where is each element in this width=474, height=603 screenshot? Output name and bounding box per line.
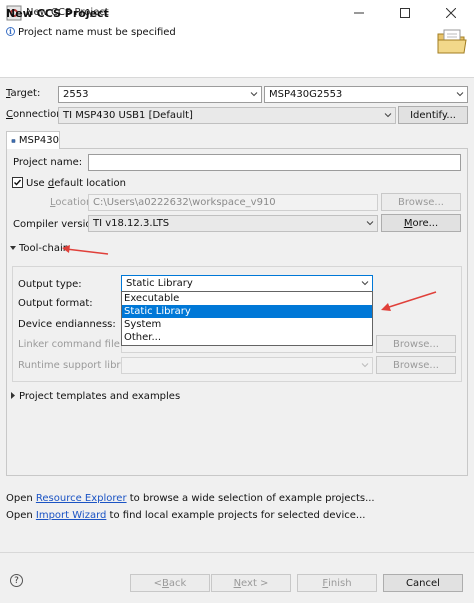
chevron-down-icon [366,221,374,226]
folder-icon [437,29,467,54]
chevron-down-icon [456,92,464,97]
device-combo[interactable]: MSP430G2553 [264,86,468,103]
footer-separator [0,552,474,553]
default-location-checkbox[interactable] [12,177,23,188]
chevron-down-icon [384,113,392,118]
output-format-label: Output format: [18,298,93,309]
target-label: Target: [6,88,41,99]
close-button[interactable] [428,0,474,26]
device-endianness-label: Device endianness: [18,319,116,330]
location-browse-button[interactable]: Browse... [381,193,461,211]
maximize-icon [400,8,410,18]
expand-toolchain-icon[interactable] [10,245,17,252]
wizard-title: New CCS Project [6,7,109,20]
toolchain-title[interactable]: Tool-chain [19,243,69,254]
back-button[interactable]: < Back [130,574,210,592]
import-wizard-line: Open Import Wizard to find local example… [6,510,366,521]
chevron-down-icon [250,92,258,97]
output-type-dropdown-list: Executable Static Library System Other..… [121,291,373,346]
help-icon[interactable]: ? [10,574,23,587]
minimize-icon [354,12,364,14]
connection-label: Connection: [6,109,66,120]
chevron-down-icon [361,281,369,286]
output-type-label: Output type: [18,279,82,290]
option-system[interactable]: System [122,318,372,331]
target-combo[interactable]: 2553 [58,86,262,103]
resource-explorer-line: Open Resource Explorer to browse a wide … [6,493,375,504]
identify-button[interactable]: Identify... [398,106,468,124]
close-icon [446,8,456,18]
runtime-support-library-combo[interactable] [121,357,373,374]
finish-button[interactable]: Finish [297,574,377,592]
option-executable[interactable]: Executable [122,292,372,305]
expand-templates-icon[interactable] [10,392,17,399]
runtime-browse-button[interactable]: Browse... [376,356,456,374]
chevron-down-icon [361,363,369,368]
connection-combo[interactable]: TI MSP430 USB1 [Default] [58,107,396,124]
minimize-button[interactable] [336,0,382,26]
chip-icon [11,138,16,143]
cancel-button[interactable]: Cancel [383,574,463,592]
tab-label: MSP430 [18,135,59,146]
resource-explorer-link[interactable]: Resource Explorer [36,493,127,504]
option-other[interactable]: Other... [122,331,372,344]
default-location-label: Use default location [26,178,126,189]
compiler-version-combo[interactable]: TI v18.12.3.LTS [88,215,378,232]
checkmark-icon [14,179,22,186]
linker-command-file-label: Linker command file: [18,339,124,350]
wizard-message: Project name must be specified [18,27,176,38]
import-wizard-link[interactable]: Import Wizard [36,510,106,521]
compiler-more-button[interactable]: More... [381,214,461,232]
location-input[interactable]: C:\Users\a0222632\workspace_v910 [88,194,378,211]
output-type-combo[interactable]: Static Library [121,275,373,292]
info-icon: i [6,27,15,36]
linker-browse-button[interactable]: Browse... [376,335,456,353]
project-name-input[interactable] [88,154,461,171]
next-button[interactable]: Next > [211,574,291,592]
tab-msp430[interactable]: MSP430 [6,131,60,149]
option-static-library[interactable]: Static Library [122,305,372,318]
templates-title[interactable]: Project templates and examples [19,391,180,402]
maximize-button[interactable] [382,0,428,26]
project-name-label: Project name: [13,157,83,168]
